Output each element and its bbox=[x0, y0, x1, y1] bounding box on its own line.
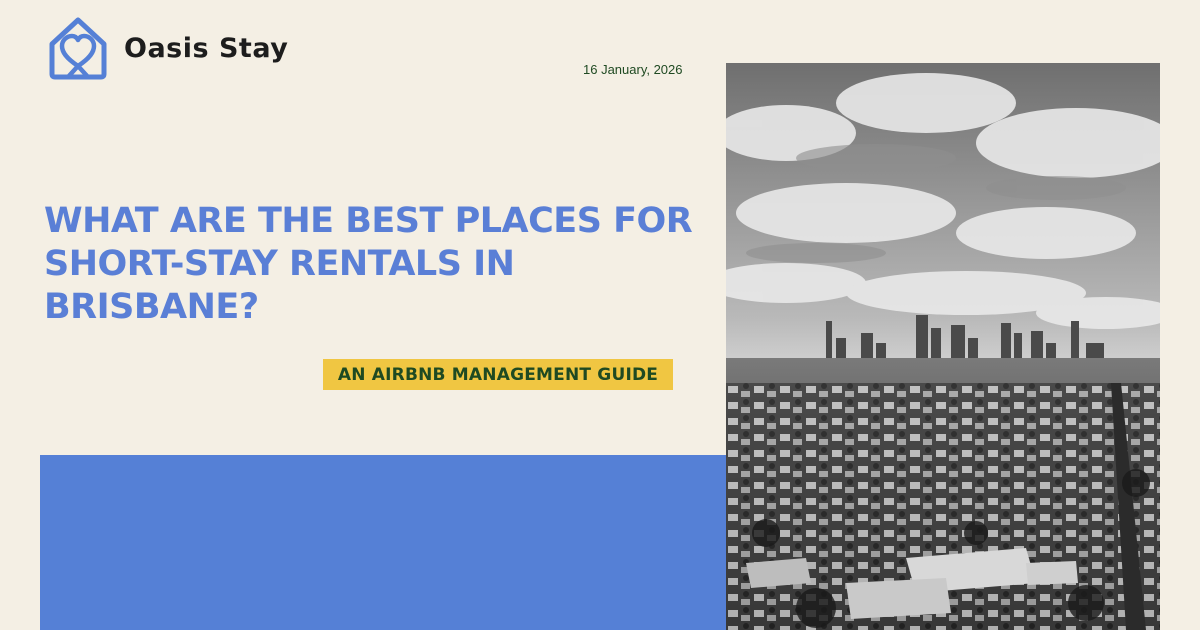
publish-date: 16 January, 2026 bbox=[583, 62, 683, 77]
subtitle-badge: An Airbnb Management Guide bbox=[323, 359, 673, 390]
article-title: What are the best places for short-stay … bbox=[44, 201, 693, 327]
decorative-blue-block bbox=[40, 455, 726, 630]
city-skyline-photo bbox=[726, 63, 1160, 630]
subtitle-text: An Airbnb Management Guide bbox=[337, 364, 659, 385]
house-heart-icon bbox=[49, 17, 107, 80]
brand-name: Oasis Stay bbox=[124, 32, 289, 64]
brand-logo[interactable]: Oasis Stay bbox=[46, 14, 288, 80]
